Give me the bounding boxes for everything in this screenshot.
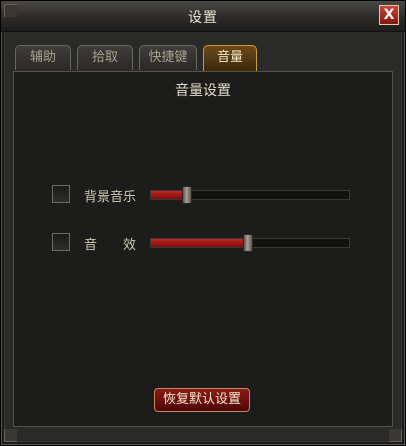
reset-defaults-button[interactable]: 恢复默认设置 xyxy=(154,388,250,412)
bgm-label: 背景音乐 xyxy=(84,190,137,205)
sfx-volume-slider[interactable] xyxy=(150,234,350,252)
sfx-volume-thumb[interactable] xyxy=(243,234,253,252)
settings-window: 设置 X 辅助 拾取 快捷键 音量 音量设置 背景音乐 音 效 恢复默认设置 xyxy=(0,0,406,446)
sfx-checkbox[interactable] xyxy=(52,233,70,251)
tab-assist[interactable]: 辅助 xyxy=(15,45,71,70)
tab-volume[interactable]: 音量 xyxy=(203,45,257,71)
tab-hotkeys[interactable]: 快捷键 xyxy=(139,45,197,70)
corner-ornament-top-left xyxy=(4,4,17,17)
tab-pickup[interactable]: 拾取 xyxy=(77,45,133,70)
bgm-row: 背景音乐 xyxy=(52,183,352,207)
panel-title: 音量设置 xyxy=(175,83,231,99)
close-button[interactable]: X xyxy=(379,5,399,25)
sfx-row: 音 效 xyxy=(52,231,352,255)
title-bar[interactable]: 设置 X xyxy=(1,1,405,32)
corner-ornament-bottom-left xyxy=(4,429,17,442)
volume-panel: 音量设置 背景音乐 音 效 恢复默认设置 xyxy=(13,71,393,427)
window-title: 设置 xyxy=(188,10,218,26)
sfx-volume-fill xyxy=(151,239,248,247)
corner-ornament-bottom-right xyxy=(389,429,402,442)
bgm-volume-thumb[interactable] xyxy=(182,186,192,204)
bgm-volume-slider[interactable] xyxy=(150,186,350,204)
sfx-label: 音 效 xyxy=(84,238,137,253)
bgm-checkbox[interactable] xyxy=(52,185,70,203)
